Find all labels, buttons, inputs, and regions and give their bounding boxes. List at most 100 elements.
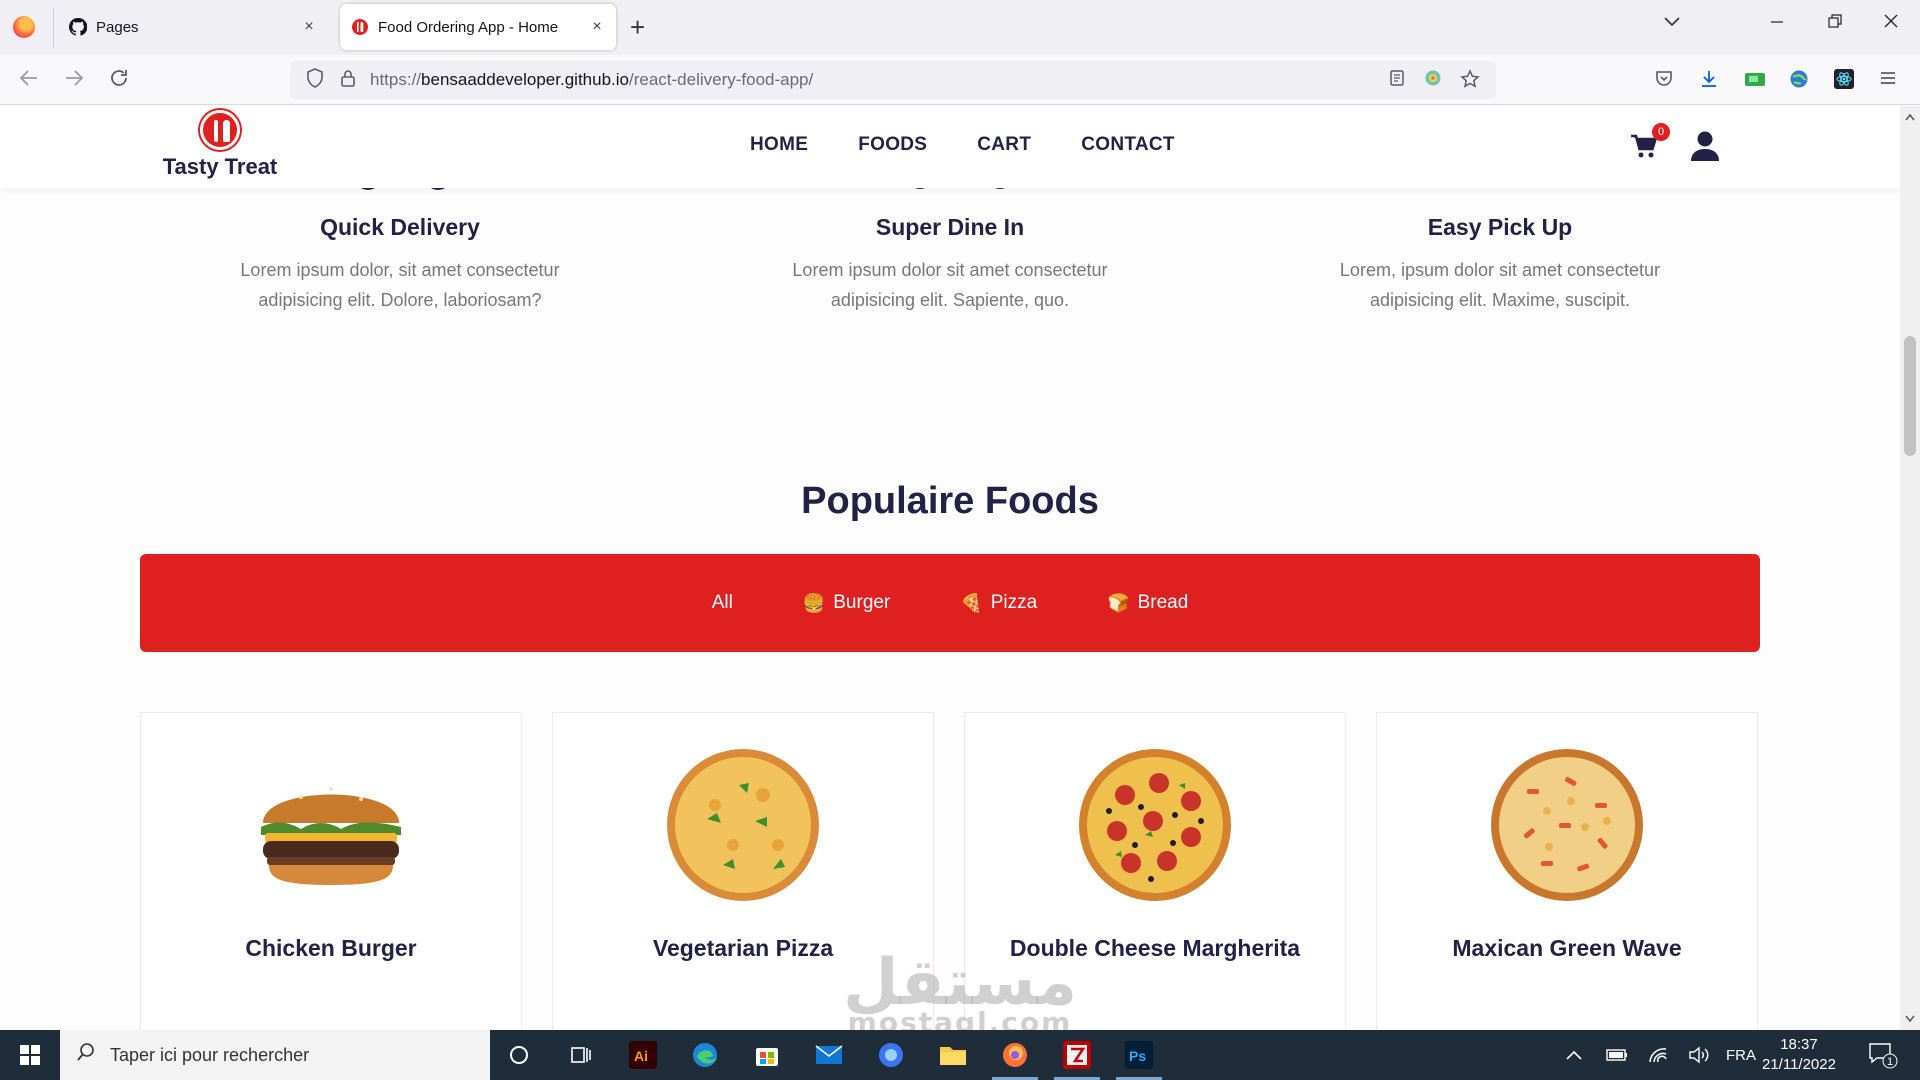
task-view-cortana-icon[interactable] bbox=[502, 1038, 536, 1072]
address-bar-actions bbox=[1388, 69, 1480, 94]
show-hidden-icons-chevron-icon[interactable] bbox=[1566, 1030, 1582, 1080]
reload-icon[interactable] bbox=[108, 67, 130, 94]
user-icon[interactable] bbox=[1690, 130, 1720, 162]
feature-description-line-2: adipisicing elit. Sapiente, quo. bbox=[830, 290, 1070, 310]
downloads-icon[interactable] bbox=[1699, 69, 1719, 94]
mail-icon[interactable] bbox=[812, 1038, 846, 1072]
color-extension-icon[interactable] bbox=[1424, 69, 1442, 94]
task-view-icon[interactable] bbox=[564, 1038, 598, 1072]
vegetarian-pizza-image[interactable] bbox=[663, 745, 823, 905]
mostaql-watermark: مستقل mostaql.com bbox=[840, 946, 1080, 1030]
wifi-icon[interactable] bbox=[1648, 1030, 1668, 1080]
filter-bread-button[interactable]: 🍞 Bread bbox=[1107, 592, 1188, 614]
site-logo[interactable]: Tasty Treat bbox=[155, 110, 285, 180]
close-icon[interactable]: × bbox=[584, 18, 610, 36]
file-explorer-icon[interactable] bbox=[936, 1038, 970, 1072]
search-placeholder: Taper ici pour rechercher bbox=[110, 1044, 310, 1065]
microsoft-store-icon[interactable] bbox=[750, 1038, 784, 1072]
tab-title: Food Ordering App - Home bbox=[378, 18, 559, 36]
notification-count: 1 bbox=[1887, 1056, 1894, 1068]
tab-food-ordering-app[interactable]: Food Ordering App - Home × bbox=[340, 4, 616, 50]
product-card[interactable]: Chicken Burger bbox=[140, 712, 522, 1030]
nav-home[interactable]: HOME bbox=[750, 134, 808, 156]
tracking-protection-shield-icon[interactable] bbox=[298, 67, 332, 93]
taskbar-clock[interactable]: 18:37 21/11/2022 bbox=[1762, 1035, 1836, 1075]
filter-all-button[interactable]: All bbox=[712, 592, 733, 614]
feature-description-line-1: Lorem ipsum dolor, sit amet consectetur bbox=[240, 260, 560, 280]
filter-burger-button[interactable]: 🍔 Burger bbox=[803, 592, 890, 614]
new-tab-button[interactable]: + bbox=[630, 12, 645, 42]
start-button[interactable] bbox=[0, 1030, 60, 1080]
restaurant-favicon-icon bbox=[350, 17, 370, 37]
burger-image[interactable] bbox=[251, 745, 411, 905]
product-name[interactable]: Chicken Burger bbox=[141, 935, 521, 962]
vpn-globe-icon[interactable] bbox=[1789, 69, 1809, 94]
filezilla-icon[interactable] bbox=[1054, 1038, 1100, 1080]
battery-icon[interactable] bbox=[1606, 1030, 1628, 1080]
scroll-down-arrow-icon[interactable] bbox=[1905, 1012, 1915, 1026]
product-name[interactable]: Maxican Green Wave bbox=[1377, 935, 1757, 962]
list-all-tabs-icon[interactable] bbox=[1664, 14, 1680, 32]
site-header: Tasty Treat HOME FOODS CART CONTACT 0 bbox=[0, 106, 1900, 188]
nav-foods[interactable]: FOODS bbox=[858, 134, 927, 156]
url-domain: bensaaddeveloper.github.io bbox=[421, 70, 629, 89]
forward-arrow-icon[interactable] bbox=[63, 67, 85, 94]
bookmark-star-icon[interactable] bbox=[1460, 69, 1480, 94]
feature-title: Easy Pick Up bbox=[1427, 214, 1573, 240]
scroll-up-arrow-icon[interactable] bbox=[1905, 110, 1915, 124]
feature-description-line-2: adipisicing elit. Maxime, suscipit. bbox=[1369, 290, 1631, 310]
mexican-pizza-image[interactable] bbox=[1487, 745, 1647, 905]
tab-pages[interactable]: Pages × bbox=[58, 4, 328, 50]
hamburger-menu-icon[interactable] bbox=[1879, 69, 1897, 92]
page-scrollbar[interactable] bbox=[1900, 106, 1920, 1030]
feature-description: Lorem ipsum dolor, sit amet consectetur a… bbox=[170, 255, 630, 315]
volume-icon[interactable] bbox=[1688, 1030, 1710, 1080]
product-card[interactable]: Maxican Green Wave bbox=[1376, 712, 1758, 1030]
filter-label: Bread bbox=[1137, 592, 1189, 613]
photoshop-icon[interactable]: Ps bbox=[1116, 1038, 1162, 1080]
svg-text:Ps: Ps bbox=[1129, 1048, 1146, 1064]
pocket-icon[interactable] bbox=[1654, 69, 1674, 94]
page-viewport: Quick Delivery Lorem ipsum dolor, sit am… bbox=[0, 106, 1900, 1030]
url-path: /react-delivery-food-app/ bbox=[628, 70, 814, 89]
feature-title: Quick Delivery bbox=[320, 214, 480, 240]
windows-taskbar: Taper ici pour rechercher Ai Ps FRA 18:3… bbox=[0, 1030, 1920, 1080]
taskbar-search-box[interactable]: Taper ici pour rechercher bbox=[60, 1030, 490, 1080]
windows-logo-icon bbox=[20, 1045, 40, 1065]
nav-cart[interactable]: CART bbox=[977, 134, 1031, 156]
back-arrow-icon[interactable] bbox=[18, 67, 40, 94]
svg-text:Ai: Ai bbox=[634, 1048, 648, 1064]
input-language[interactable]: FRA bbox=[1726, 1030, 1756, 1080]
illustrator-icon[interactable]: Ai bbox=[626, 1038, 660, 1072]
browser-tab-bar: Pages × Food Ordering App - Home × + bbox=[0, 0, 1920, 55]
feature-description: Lorem, ipsum dolor sit amet consectetur a… bbox=[1270, 255, 1730, 315]
green-extension-icon[interactable] bbox=[1744, 69, 1766, 94]
close-window-icon[interactable] bbox=[1884, 12, 1898, 33]
filter-pizza-button[interactable]: 🍕 Pizza bbox=[960, 592, 1037, 614]
edge-icon[interactable] bbox=[688, 1038, 722, 1072]
react-devtools-icon[interactable] bbox=[1834, 69, 1854, 94]
filter-label: All bbox=[711, 592, 733, 613]
firefox-developer-icon[interactable] bbox=[874, 1038, 908, 1072]
clock-date: 21/11/2022 bbox=[1762, 1056, 1836, 1073]
watermark-sub: mostaql.com bbox=[847, 1006, 1073, 1030]
reader-view-icon[interactable] bbox=[1388, 69, 1406, 94]
clock-time: 18:37 bbox=[1780, 1036, 1818, 1053]
close-icon[interactable]: × bbox=[296, 18, 322, 36]
restore-icon[interactable] bbox=[1828, 12, 1842, 33]
firefox-icon[interactable] bbox=[992, 1038, 1038, 1080]
firefox-icon[interactable] bbox=[13, 16, 35, 38]
tab-title: Pages bbox=[96, 18, 139, 36]
notification-center-icon[interactable]: 1 bbox=[1868, 1030, 1898, 1080]
url-text[interactable]: https://bensaaddeveloper.github.io/react… bbox=[370, 70, 813, 90]
pizza-icon: 🍕 bbox=[960, 592, 983, 613]
minimize-icon[interactable] bbox=[1770, 12, 1784, 33]
scrollbar-thumb[interactable] bbox=[1904, 336, 1916, 456]
nav-contact[interactable]: CONTACT bbox=[1081, 134, 1175, 156]
filter-label: Pizza bbox=[990, 592, 1038, 613]
burger-icon: 🍔 bbox=[802, 592, 826, 613]
pepperoni-pizza-image[interactable] bbox=[1075, 745, 1235, 905]
lock-icon[interactable] bbox=[332, 69, 364, 92]
address-bar[interactable]: https://bensaaddeveloper.github.io/react… bbox=[290, 61, 1496, 99]
tab-separator bbox=[53, 8, 54, 48]
